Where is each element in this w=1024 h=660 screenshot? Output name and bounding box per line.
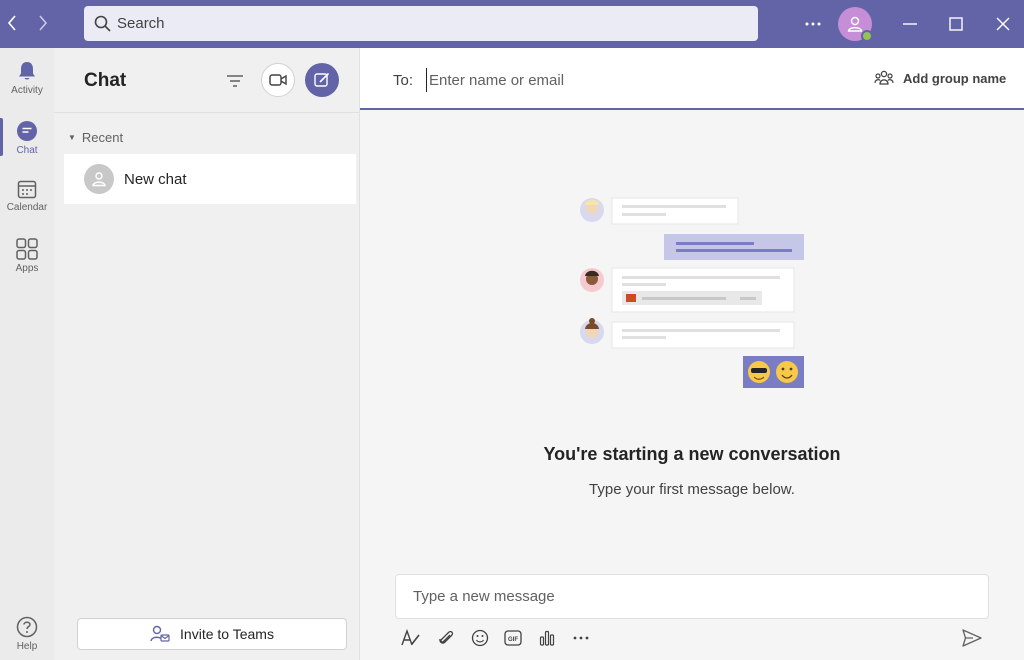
attach-button[interactable] <box>434 626 458 650</box>
format-button[interactable] <box>399 626 423 650</box>
search-icon <box>94 15 111 32</box>
app-rail: Activity Chat Calendar Apps Help <box>0 48 54 660</box>
message-compose-box[interactable] <box>395 574 989 619</box>
emoji-reply-bubble <box>743 356 804 388</box>
format-text-icon <box>401 629 420 646</box>
ellipsis-icon <box>573 636 589 640</box>
more-actions-button[interactable] <box>569 626 593 650</box>
forward-button[interactable] <box>33 12 53 34</box>
rail-item-chat[interactable]: Chat <box>0 108 54 164</box>
message-bubble-2 <box>664 234 804 260</box>
rail-item-apps[interactable]: Apps <box>0 226 54 282</box>
section-label: Recent <box>81 130 124 145</box>
message-bubble-1 <box>580 197 739 225</box>
bell-icon <box>19 62 35 80</box>
filter-button[interactable] <box>222 68 248 94</box>
more-options-button[interactable] <box>799 10 827 38</box>
chat-item-name: New chat <box>124 170 187 188</box>
rail-item-activity[interactable]: Activity <box>0 48 54 104</box>
person-icon <box>847 16 863 32</box>
rail-item-label: Chat <box>16 145 38 156</box>
person-icon <box>92 172 106 187</box>
maximize-icon <box>949 17 963 31</box>
bar-chart-icon <box>539 630 555 646</box>
new-chat-button[interactable] <box>305 63 339 97</box>
rail-item-help[interactable]: Help <box>0 604 54 660</box>
close-window-button[interactable] <box>989 10 1017 38</box>
maximize-button[interactable] <box>942 10 970 38</box>
minimize-icon <box>903 23 917 25</box>
compose-icon <box>314 72 330 87</box>
search-bar[interactable] <box>84 6 758 41</box>
to-label: To: <box>393 72 414 89</box>
message-bubble-3 <box>580 267 795 313</box>
search-input[interactable] <box>117 15 717 32</box>
chat-icon <box>17 121 37 141</box>
new-conversation-illustration <box>580 197 804 388</box>
chevron-left-icon <box>7 15 16 31</box>
title-bar <box>0 0 1024 48</box>
poll-button[interactable] <box>535 626 559 650</box>
button-label: Invite to Teams <box>180 626 274 642</box>
send-icon <box>962 629 982 647</box>
minimize-button[interactable] <box>896 10 924 38</box>
rail-item-calendar[interactable]: Calendar <box>0 167 54 223</box>
rail-item-label: Calendar <box>6 202 48 213</box>
rail-item-label: Apps <box>15 263 39 274</box>
chat-list-item[interactable]: New chat <box>64 154 356 204</box>
recipient-bar: To: Add group name <box>360 48 1024 110</box>
panel-title: Chat <box>84 70 127 91</box>
paperclip-icon <box>439 630 454 644</box>
avatar <box>84 164 114 194</box>
add-group-name-button[interactable]: Add group name <box>874 70 1006 86</box>
chevron-right-icon <box>39 15 48 31</box>
ellipsis-icon <box>805 22 821 26</box>
emoji-icon <box>471 629 489 647</box>
button-label: Add group name <box>903 70 1007 86</box>
meet-now-button[interactable] <box>261 63 295 97</box>
caret-down-icon: ▼ <box>68 133 76 142</box>
rail-item-label: Help <box>16 641 38 652</box>
people-group-icon <box>874 70 894 85</box>
invite-to-teams-button[interactable]: Invite to Teams <box>77 618 347 650</box>
empty-state-title: You're starting a new conversation <box>543 444 841 464</box>
recipient-input[interactable] <box>426 68 786 92</box>
presence-badge <box>861 30 873 42</box>
calendar-icon <box>17 180 37 199</box>
person-add-icon <box>150 625 170 642</box>
profile-avatar[interactable] <box>838 7 873 42</box>
empty-state-subtitle: Type your first message below. <box>589 481 795 498</box>
divider <box>54 112 360 113</box>
conversation-pane: To: Add group name <box>360 48 1024 660</box>
recent-section-header[interactable]: ▼ Recent <box>68 130 123 145</box>
svg-text:GIF: GIF <box>508 637 518 643</box>
gif-button[interactable]: GIF <box>501 626 525 650</box>
send-button[interactable] <box>960 626 984 650</box>
message-bubble-4 <box>580 318 795 349</box>
video-camera-icon <box>269 74 287 86</box>
chat-list-panel: Chat ▼ Recent New chat Invite to Teams <box>54 48 360 660</box>
close-icon <box>996 17 1010 31</box>
gif-icon: GIF <box>504 630 522 646</box>
back-button[interactable] <box>2 12 22 34</box>
rail-item-label: Activity <box>11 85 43 96</box>
help-icon <box>16 616 38 638</box>
message-input[interactable] <box>396 575 988 618</box>
filter-icon <box>227 75 243 87</box>
apps-grid-icon <box>16 238 38 260</box>
emoji-button[interactable] <box>468 626 492 650</box>
